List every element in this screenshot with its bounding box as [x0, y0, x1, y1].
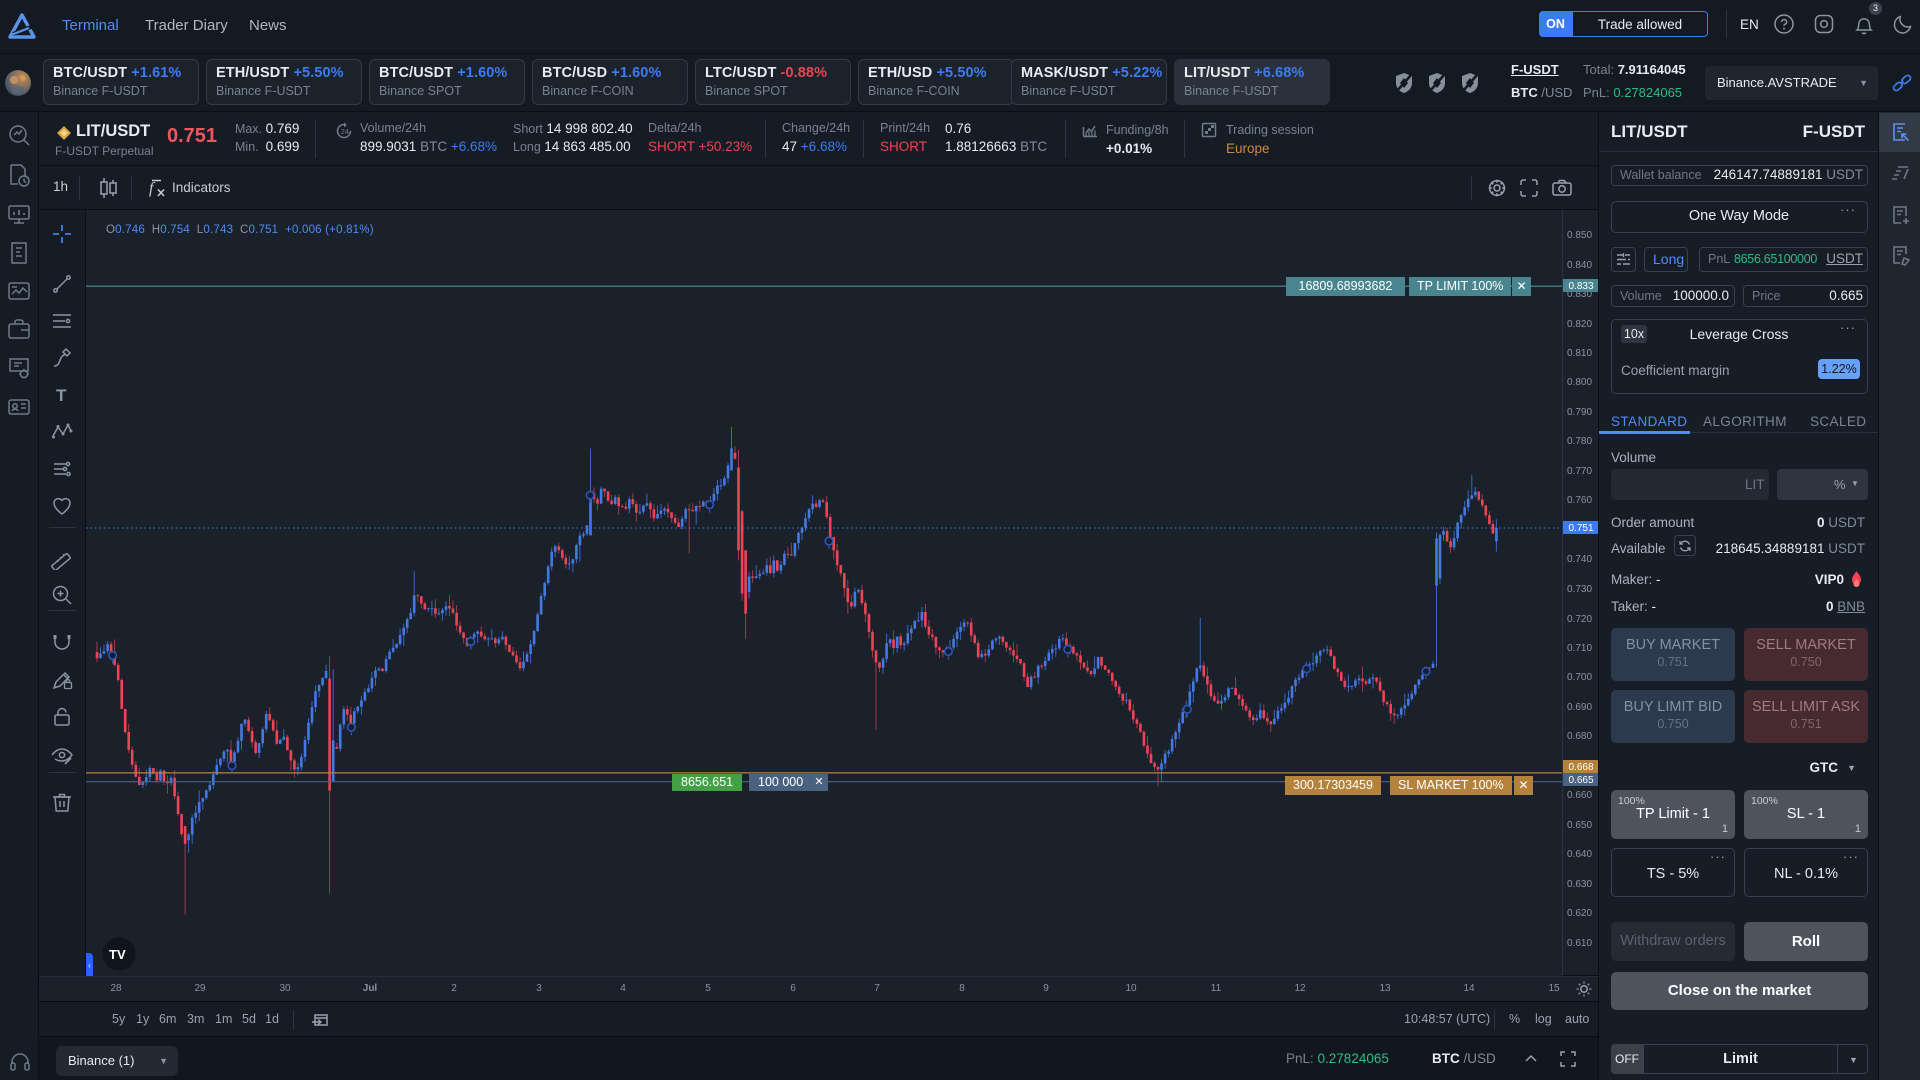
svg-text:f: f	[149, 180, 156, 197]
svg-text:24: 24	[341, 127, 349, 136]
svg-text:T: T	[56, 386, 67, 405]
svg-text:TV: TV	[109, 947, 126, 962]
